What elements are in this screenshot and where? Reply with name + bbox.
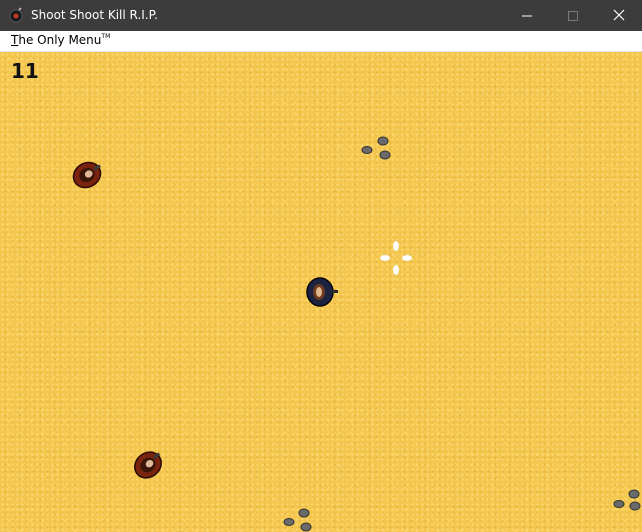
rock-cluster <box>610 488 642 522</box>
maximize-button[interactable] <box>550 0 596 31</box>
enemy-icon <box>72 161 102 189</box>
menu-bar: The Only MenuTM <box>0 31 642 52</box>
menu-the-only-menu[interactable]: The Only MenuTM <box>5 33 116 47</box>
crosshair <box>379 240 413 280</box>
window-title: Shoot Shoot Kill R.I.P. <box>31 8 158 22</box>
maximize-icon <box>568 6 578 25</box>
player-character <box>304 275 340 313</box>
enemy-icon <box>134 451 162 479</box>
bomb-icon <box>8 7 24 23</box>
enemy-soldier <box>70 158 104 196</box>
minimize-icon <box>522 6 532 25</box>
enemy-soldier <box>131 448 165 486</box>
crosshair-icon <box>379 240 413 276</box>
trademark-mark: TM <box>101 33 111 40</box>
game-window: Shoot Shoot Kill R.I.P. The Only MenuTM … <box>0 0 642 532</box>
menu-label: he Only Menu <box>18 33 102 47</box>
game-area[interactable]: 11 <box>0 52 642 532</box>
rock-cluster <box>361 136 393 166</box>
rock-icon <box>613 489 641 511</box>
close-icon <box>613 6 625 25</box>
minimize-button[interactable] <box>504 0 550 31</box>
player-icon <box>306 277 338 307</box>
rock-icon <box>283 508 312 532</box>
close-button[interactable] <box>596 0 642 31</box>
score-counter: 11 <box>11 59 39 83</box>
rock-icon <box>361 136 391 160</box>
title-bar[interactable]: Shoot Shoot Kill R.I.P. <box>0 0 642 31</box>
rock-cluster <box>281 507 317 532</box>
